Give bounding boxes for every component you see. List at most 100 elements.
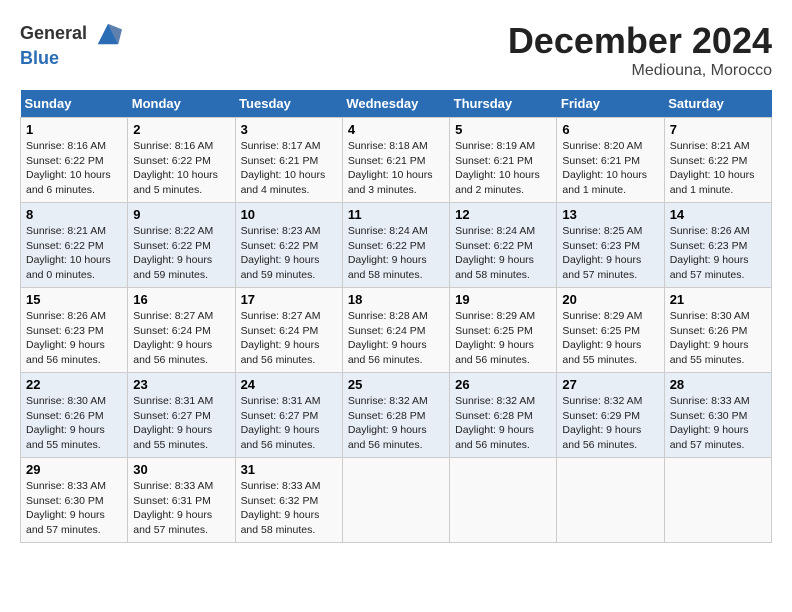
day-number: 8 [26, 207, 122, 222]
calendar-table: SundayMondayTuesdayWednesdayThursdayFrid… [20, 90, 772, 543]
day-number: 30 [133, 462, 229, 477]
calendar-cell: 26 Sunrise: 8:32 AMSunset: 6:28 PMDayligh… [450, 373, 557, 458]
day-info: Sunrise: 8:32 AMSunset: 6:29 PMDaylight:… [562, 394, 658, 453]
calendar-cell: 25Sunrise: 8:32 AMSunset: 6:28 PMDayligh… [342, 373, 449, 458]
logo: General Blue [20, 20, 122, 69]
day-number: 14 [670, 207, 766, 222]
day-number: 22 [26, 377, 122, 392]
day-info: Sunrise: 8:22 AMSunset: 6:22 PMDaylight:… [133, 224, 229, 283]
calendar-cell: 19Sunrise: 8:29 AMSunset: 6:25 PMDayligh… [450, 288, 557, 373]
day-number: 27 [562, 377, 658, 392]
day-number: 2 [133, 122, 229, 137]
logo-icon [94, 20, 122, 48]
page-header: General Blue December 2024 Mediouna, Mor… [20, 20, 772, 80]
day-number: 15 [26, 292, 122, 307]
day-info: Sunrise: 8:33 AMSunset: 6:31 PMDaylight:… [133, 479, 229, 538]
location: Mediouna, Morocco [508, 62, 772, 80]
day-number: 26 [455, 377, 551, 392]
day-number: 23 [133, 377, 229, 392]
calendar-week-2: 8 Sunrise: 8:21 AMSunset: 6:22 PMDaylight… [21, 203, 772, 288]
day-number: 3 [241, 122, 337, 137]
day-info: Sunrise: 8:31 AMSunset: 6:27 PMDaylight:… [133, 394, 229, 453]
calendar-cell: 30 Sunrise: 8:33 AMSunset: 6:31 PMDayligh… [128, 458, 235, 543]
day-info: Sunrise: 8:21 AMSunset: 6:22 PMDaylight:… [670, 139, 766, 198]
day-info: Sunrise: 8:17 AMSunset: 6:21 PMDaylight:… [241, 139, 337, 198]
day-number: 5 [455, 122, 551, 137]
day-number: 28 [670, 377, 766, 392]
title-block: December 2024 Mediouna, Morocco [508, 20, 772, 80]
day-info: Sunrise: 8:18 AMSunset: 6:21 PMDaylight:… [348, 139, 444, 198]
calendar-cell [664, 458, 771, 543]
day-number: 29 [26, 462, 122, 477]
day-number: 25 [348, 377, 444, 392]
day-info: Sunrise: 8:24 AMSunset: 6:22 PMDaylight:… [455, 224, 551, 283]
logo-blue: Blue [20, 48, 122, 69]
calendar-cell [557, 458, 664, 543]
day-info: Sunrise: 8:29 AMSunset: 6:25 PMDaylight:… [455, 309, 551, 368]
calendar-cell: 29 Sunrise: 8:33 AMSunset: 6:30 PMDayligh… [21, 458, 128, 543]
calendar-cell: 28Sunrise: 8:33 AMSunset: 6:30 PMDayligh… [664, 373, 771, 458]
calendar-cell: 24Sunrise: 8:31 AMSunset: 6:27 PMDayligh… [235, 373, 342, 458]
day-info: Sunrise: 8:16 AMSunset: 6:22 PMDaylight:… [133, 139, 229, 198]
calendar-cell: 8 Sunrise: 8:21 AMSunset: 6:22 PMDaylight… [21, 203, 128, 288]
day-info: Sunrise: 8:16 AMSunset: 6:22 PMDaylight:… [26, 139, 122, 198]
day-info: Sunrise: 8:21 AMSunset: 6:22 PMDaylight:… [26, 224, 122, 283]
day-info: Sunrise: 8:30 AMSunset: 6:26 PMDaylight:… [26, 394, 122, 453]
logo-general: General [20, 20, 122, 48]
day-number: 20 [562, 292, 658, 307]
day-info: Sunrise: 8:28 AMSunset: 6:24 PMDaylight:… [348, 309, 444, 368]
day-number: 31 [241, 462, 337, 477]
calendar-cell: 9Sunrise: 8:22 AMSunset: 6:22 PMDaylight… [128, 203, 235, 288]
month-title: December 2024 [508, 20, 772, 62]
calendar-cell: 3 Sunrise: 8:17 AMSunset: 6:21 PMDaylight… [235, 118, 342, 203]
day-info: Sunrise: 8:33 AMSunset: 6:30 PMDaylight:… [26, 479, 122, 538]
day-info: Sunrise: 8:23 AMSunset: 6:22 PMDaylight:… [241, 224, 337, 283]
day-info: Sunrise: 8:26 AMSunset: 6:23 PMDaylight:… [670, 224, 766, 283]
header-friday: Friday [557, 90, 664, 118]
calendar-cell [450, 458, 557, 543]
day-info: Sunrise: 8:19 AMSunset: 6:21 PMDaylight:… [455, 139, 551, 198]
calendar-cell: 14 Sunrise: 8:26 AMSunset: 6:23 PMDayligh… [664, 203, 771, 288]
calendar-cell: 23 Sunrise: 8:31 AMSunset: 6:27 PMDayligh… [128, 373, 235, 458]
calendar-cell: 5 Sunrise: 8:19 AMSunset: 6:21 PMDaylight… [450, 118, 557, 203]
day-number: 21 [670, 292, 766, 307]
calendar-cell: 6 Sunrise: 8:20 AMSunset: 6:21 PMDaylight… [557, 118, 664, 203]
day-info: Sunrise: 8:20 AMSunset: 6:21 PMDaylight:… [562, 139, 658, 198]
day-info: Sunrise: 8:25 AMSunset: 6:23 PMDaylight:… [562, 224, 658, 283]
day-number: 1 [26, 122, 122, 137]
calendar-cell: 15Sunrise: 8:26 AMSunset: 6:23 PMDayligh… [21, 288, 128, 373]
header-sunday: Sunday [21, 90, 128, 118]
calendar-cell: 16Sunrise: 8:27 AMSunset: 6:24 PMDayligh… [128, 288, 235, 373]
calendar-cell: 4Sunrise: 8:18 AMSunset: 6:21 PMDaylight… [342, 118, 449, 203]
calendar-cell: 12Sunrise: 8:24 AMSunset: 6:22 PMDayligh… [450, 203, 557, 288]
calendar-cell [342, 458, 449, 543]
calendar-week-4: 22 Sunrise: 8:30 AMSunset: 6:26 PMDayligh… [21, 373, 772, 458]
day-number: 7 [670, 122, 766, 137]
calendar-week-5: 29 Sunrise: 8:33 AMSunset: 6:30 PMDayligh… [21, 458, 772, 543]
calendar-cell: 1 Sunrise: 8:16 AMSunset: 6:22 PMDaylight… [21, 118, 128, 203]
calendar-week-3: 15Sunrise: 8:26 AMSunset: 6:23 PMDayligh… [21, 288, 772, 373]
calendar-cell: 22 Sunrise: 8:30 AMSunset: 6:26 PMDayligh… [21, 373, 128, 458]
day-info: Sunrise: 8:27 AMSunset: 6:24 PMDaylight:… [241, 309, 337, 368]
calendar-cell: 27 Sunrise: 8:32 AMSunset: 6:29 PMDayligh… [557, 373, 664, 458]
day-number: 10 [241, 207, 337, 222]
day-info: Sunrise: 8:31 AMSunset: 6:27 PMDaylight:… [241, 394, 337, 453]
calendar-cell: 20 Sunrise: 8:29 AMSunset: 6:25 PMDayligh… [557, 288, 664, 373]
header-monday: Monday [128, 90, 235, 118]
header-thursday: Thursday [450, 90, 557, 118]
calendar-cell: 2 Sunrise: 8:16 AMSunset: 6:22 PMDaylight… [128, 118, 235, 203]
calendar-cell: 13 Sunrise: 8:25 AMSunset: 6:23 PMDayligh… [557, 203, 664, 288]
day-info: Sunrise: 8:24 AMSunset: 6:22 PMDaylight:… [348, 224, 444, 283]
day-info: Sunrise: 8:32 AMSunset: 6:28 PMDaylight:… [455, 394, 551, 453]
day-number: 6 [562, 122, 658, 137]
calendar-cell: 17Sunrise: 8:27 AMSunset: 6:24 PMDayligh… [235, 288, 342, 373]
day-info: Sunrise: 8:29 AMSunset: 6:25 PMDaylight:… [562, 309, 658, 368]
calendar-cell: 21Sunrise: 8:30 AMSunset: 6:26 PMDayligh… [664, 288, 771, 373]
day-number: 11 [348, 207, 444, 222]
calendar-week-1: 1 Sunrise: 8:16 AMSunset: 6:22 PMDaylight… [21, 118, 772, 203]
calendar-cell: 31Sunrise: 8:33 AMSunset: 6:32 PMDayligh… [235, 458, 342, 543]
calendar-cell: 10 Sunrise: 8:23 AMSunset: 6:22 PMDayligh… [235, 203, 342, 288]
calendar-cell: 7 Sunrise: 8:21 AMSunset: 6:22 PMDaylight… [664, 118, 771, 203]
day-number: 18 [348, 292, 444, 307]
day-number: 13 [562, 207, 658, 222]
